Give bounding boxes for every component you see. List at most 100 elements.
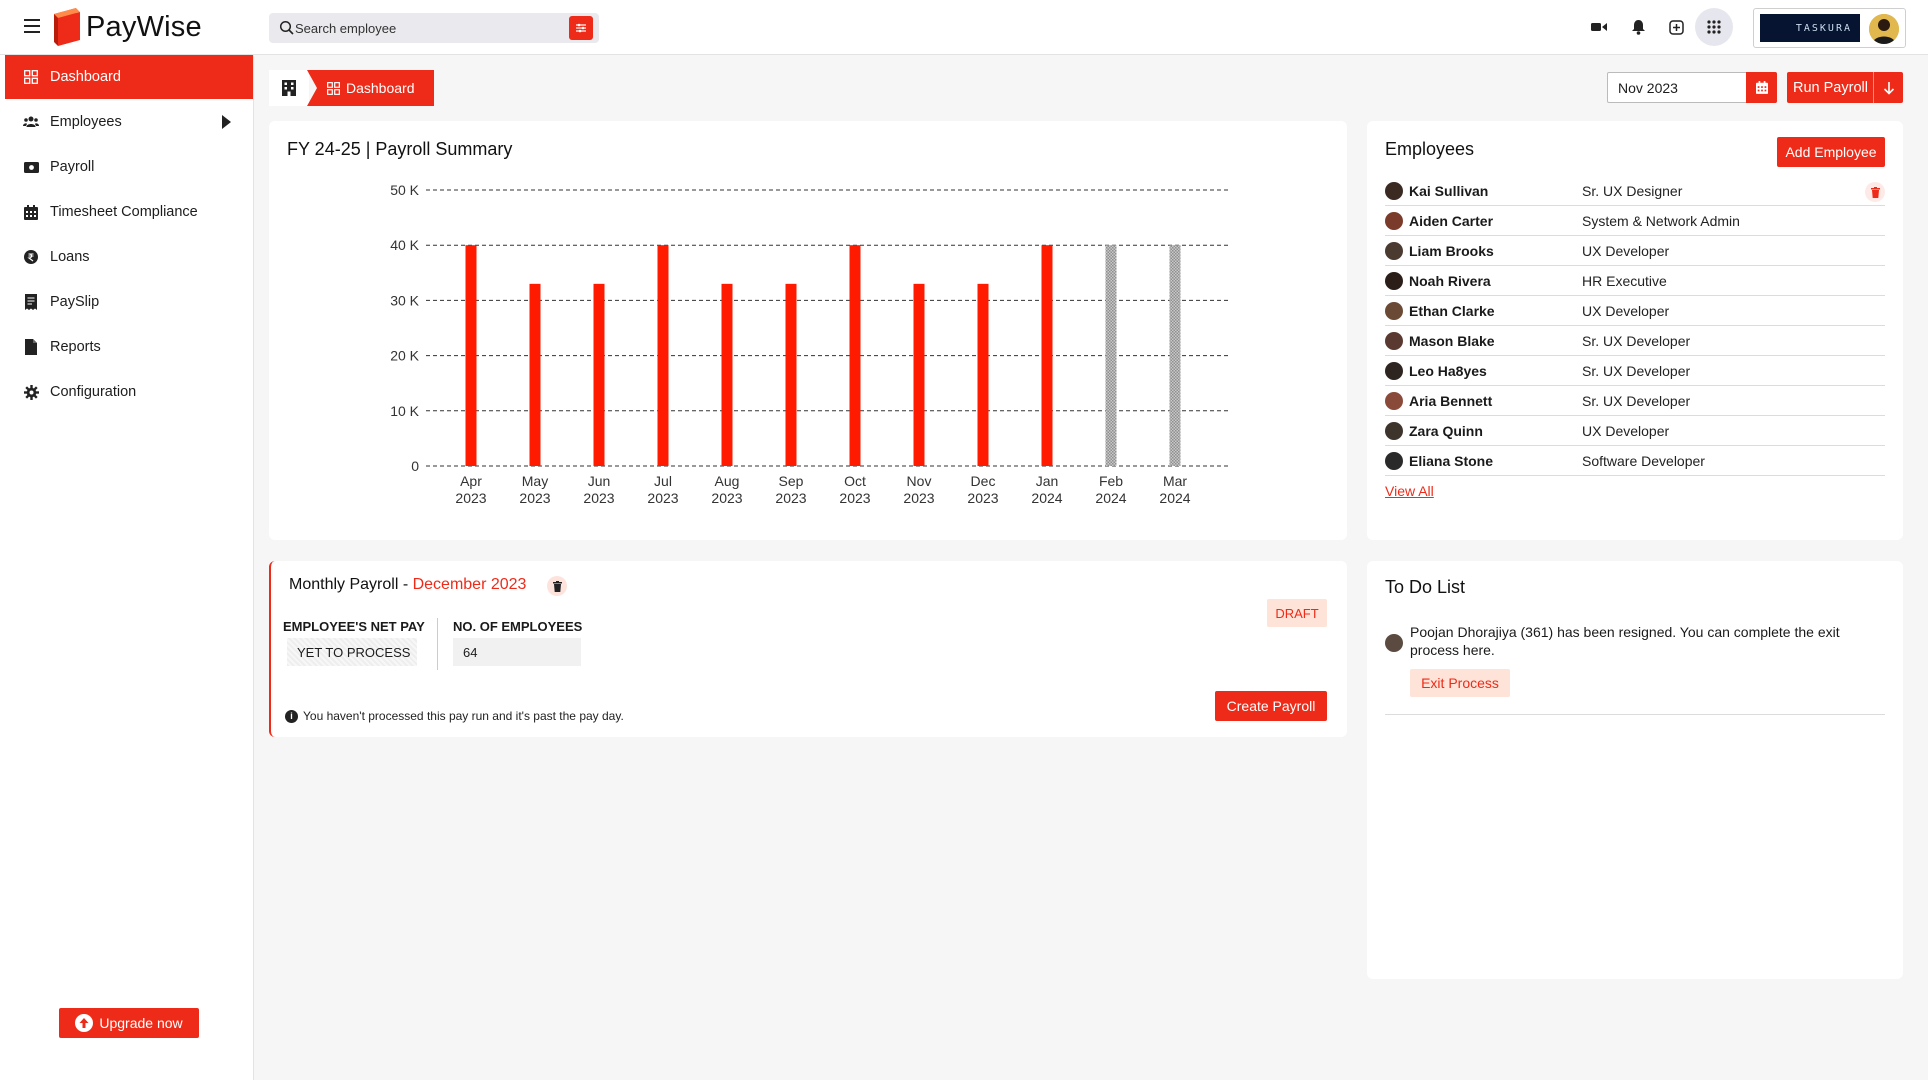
bell-icon[interactable] bbox=[1627, 16, 1649, 38]
grid-icon bbox=[23, 69, 39, 85]
create-payroll-button[interactable]: Create Payroll bbox=[1215, 691, 1327, 721]
chart-bar[interactable] bbox=[977, 283, 989, 466]
arrow-down-icon[interactable] bbox=[1873, 72, 1903, 103]
x-tick-label: 2023 bbox=[455, 490, 486, 506]
employee-row[interactable]: Leo Ha8yes Sr. UX Developer bbox=[1385, 356, 1885, 386]
employee-row[interactable]: Mason Blake Sr. UX Developer bbox=[1385, 326, 1885, 356]
paywise-logo-icon bbox=[52, 6, 82, 48]
avatar bbox=[1385, 181, 1403, 200]
sidebar-item-label: Dashboard bbox=[50, 69, 121, 85]
employee-row[interactable]: Liam Brooks UX Developer bbox=[1385, 236, 1885, 266]
money-icon bbox=[23, 159, 39, 175]
todo-title: To Do List bbox=[1385, 577, 1466, 597]
x-tick-label: Jan bbox=[1036, 473, 1059, 489]
chart-bar[interactable] bbox=[1041, 245, 1053, 466]
employee-row[interactable]: Ethan Clarke UX Developer bbox=[1385, 296, 1885, 326]
y-tick-label: 10 K bbox=[390, 403, 419, 419]
avatar bbox=[1385, 361, 1403, 380]
sidebar-item-loans[interactable]: Loans bbox=[5, 235, 253, 279]
top-bar: PayWise TASKURA bbox=[0, 0, 1928, 55]
month-picker[interactable]: Nov 2023 bbox=[1607, 72, 1777, 103]
employees-title: Employees bbox=[1385, 139, 1475, 159]
y-tick-label: 0 bbox=[411, 458, 419, 474]
users-icon bbox=[23, 114, 39, 130]
y-tick-label: 20 K bbox=[390, 348, 419, 364]
avatar bbox=[1385, 634, 1403, 652]
chart-bar[interactable] bbox=[465, 245, 477, 466]
status-badge: DRAFT bbox=[1267, 599, 1327, 627]
search-icon bbox=[279, 20, 294, 35]
employee-role: Sr. UX Developer bbox=[1582, 362, 1691, 379]
employee-row[interactable]: Noah Rivera HR Executive bbox=[1385, 266, 1885, 296]
breadcrumb-home[interactable] bbox=[269, 70, 309, 106]
chart-bar[interactable] bbox=[849, 245, 861, 466]
employee-name: Mason Blake bbox=[1409, 332, 1495, 349]
sidebar-item-label: Reports bbox=[50, 339, 101, 355]
add-employee-button[interactable]: Add Employee bbox=[1777, 137, 1885, 167]
chart-bar[interactable] bbox=[913, 283, 925, 466]
run-payroll-label: Run Payroll bbox=[1793, 79, 1868, 96]
x-tick-label: 2023 bbox=[647, 490, 678, 506]
employee-row[interactable]: Zara Quinn UX Developer bbox=[1385, 416, 1885, 446]
chart-bar[interactable] bbox=[785, 283, 797, 466]
upload-circle-icon bbox=[75, 1014, 94, 1032]
x-tick-label: 2023 bbox=[583, 490, 614, 506]
x-tick-label: 2023 bbox=[967, 490, 998, 506]
avatar bbox=[1385, 241, 1403, 260]
view-all-link[interactable]: View All bbox=[1385, 483, 1434, 499]
sidebar: Dashboard Employees Payroll Timesheet Co… bbox=[0, 55, 254, 1080]
chart-bar[interactable] bbox=[657, 245, 669, 466]
employee-name: Noah Rivera bbox=[1409, 272, 1491, 289]
add-box-icon[interactable] bbox=[1665, 16, 1687, 38]
menu-icon[interactable] bbox=[24, 19, 40, 33]
employee-name: Liam Brooks bbox=[1409, 242, 1494, 259]
employee-row[interactable]: Aria Bennett Sr. UX Developer bbox=[1385, 386, 1885, 416]
video-camera-icon[interactable] bbox=[1588, 16, 1610, 38]
breadcrumb-label: Dashboard bbox=[346, 80, 415, 96]
employee-row[interactable]: Aiden Carter System & Network Admin bbox=[1385, 206, 1885, 236]
exit-process-button[interactable]: Exit Process bbox=[1410, 669, 1510, 697]
x-tick-label: 2023 bbox=[839, 490, 870, 506]
search-input[interactable] bbox=[295, 13, 575, 43]
sidebar-item-timesheet-compliance[interactable]: Timesheet Compliance bbox=[5, 190, 253, 234]
projected-bar[interactable] bbox=[1105, 245, 1117, 466]
todo-text: Poojan Dhorajiya (361) has been resigned… bbox=[1410, 624, 1840, 658]
chart-bar[interactable] bbox=[593, 283, 605, 466]
sidebar-item-payroll[interactable]: Payroll bbox=[5, 145, 253, 189]
calendar-button[interactable] bbox=[1746, 72, 1777, 103]
employee-row[interactable]: Kai Sullivan Sr. UX Designer bbox=[1385, 176, 1885, 206]
employee-role: UX Developer bbox=[1582, 242, 1670, 259]
sidebar-item-configuration[interactable]: Configuration bbox=[5, 370, 253, 414]
chart-bar[interactable] bbox=[529, 283, 541, 466]
monthly-payroll-title-prefix: Monthly Payroll - bbox=[289, 576, 413, 593]
run-payroll-button[interactable]: Run Payroll bbox=[1787, 72, 1903, 103]
monthly-payroll-title: Monthly Payroll - December 2023 bbox=[289, 576, 526, 594]
employee-row[interactable]: Eliana Stone Software Developer bbox=[1385, 446, 1885, 476]
sidebar-item-dashboard[interactable]: Dashboard bbox=[5, 55, 253, 99]
apps-grid-icon[interactable] bbox=[1695, 8, 1733, 46]
month-value: Nov 2023 bbox=[1618, 80, 1678, 96]
payday-warning-text: You haven't processed this pay run and i… bbox=[303, 709, 624, 723]
sidebar-item-payslip[interactable]: PaySlip bbox=[5, 280, 253, 324]
avatar bbox=[1385, 211, 1403, 230]
upgrade-now-button[interactable]: Upgrade now bbox=[59, 1008, 199, 1038]
chart-bar[interactable] bbox=[721, 283, 733, 466]
user-avatar bbox=[1869, 14, 1899, 44]
trash-icon[interactable] bbox=[547, 576, 567, 596]
company-profile-switcher[interactable]: TASKURA bbox=[1753, 8, 1906, 48]
sidebar-item-employees[interactable]: Employees bbox=[5, 100, 253, 144]
todo-item: Poojan Dhorajiya (361) has been resigned… bbox=[1385, 623, 1885, 715]
x-tick-label: Apr bbox=[460, 473, 482, 489]
trash-icon[interactable] bbox=[1865, 182, 1885, 202]
upgrade-label: Upgrade now bbox=[99, 1015, 183, 1031]
sidebar-item-label: Configuration bbox=[50, 384, 137, 400]
caret-right-icon[interactable] bbox=[222, 115, 231, 129]
sidebar-item-reports[interactable]: Reports bbox=[5, 325, 253, 369]
x-tick-label: Sep bbox=[779, 473, 804, 489]
employee-name: Kai Sullivan bbox=[1409, 182, 1489, 199]
projected-bar[interactable] bbox=[1169, 245, 1181, 466]
brand-logo[interactable]: PayWise bbox=[52, 6, 202, 48]
employee-role: System & Network Admin bbox=[1582, 212, 1740, 229]
employee-name: Leo Ha8yes bbox=[1409, 362, 1487, 379]
filter-button[interactable] bbox=[569, 16, 593, 40]
